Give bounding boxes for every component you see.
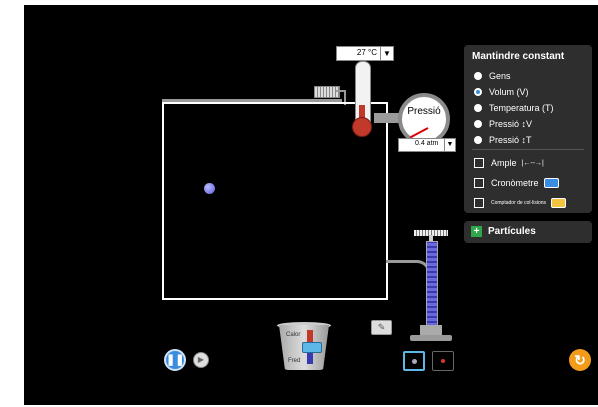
hold-constant-panel: Mantindre constant Gens Volum (V) Temper… bbox=[464, 45, 592, 213]
check-label: Comptador de col·lisions bbox=[491, 200, 547, 206]
check-label: Ample bbox=[491, 158, 517, 168]
pump-foot bbox=[410, 335, 452, 341]
panel-divider bbox=[472, 149, 584, 150]
particles-accordion[interactable]: + Partícules bbox=[464, 221, 592, 243]
chevron-down-icon[interactable]: ▼ bbox=[444, 139, 455, 151]
heavy-particle-icon bbox=[412, 359, 417, 364]
radio-label: Volum (V) bbox=[489, 87, 529, 97]
radio-label: Pressió ↕T bbox=[489, 135, 532, 145]
check-collision-counter[interactable]: Comptador de col·lisions bbox=[474, 196, 567, 210]
temperature-value: 27 °C bbox=[356, 48, 377, 57]
radio-nothing[interactable]: Gens bbox=[474, 69, 511, 83]
radio-pressure-t[interactable]: Pressió ↕T bbox=[474, 133, 532, 147]
simulation-canvas: 27 °C ▼ Pressió 0.4 atm ▼ Calor Fred ✎ ❚… bbox=[24, 5, 598, 405]
eraser-button[interactable]: ✎ bbox=[371, 320, 392, 335]
heater-cold-label: Fred bbox=[288, 358, 301, 364]
pump-cylinder bbox=[426, 241, 438, 327]
thermometer-bulb bbox=[352, 117, 372, 137]
pressure-unit-select[interactable]: 0.4 atm ▼ bbox=[398, 138, 456, 152]
counter-icon bbox=[551, 198, 567, 208]
pump-base bbox=[420, 325, 442, 335]
pump-hose bbox=[386, 260, 431, 333]
reset-button[interactable]: ↻ bbox=[569, 349, 591, 371]
radio-label: Gens bbox=[489, 71, 511, 81]
radio-temperature[interactable]: Temperatura (T) bbox=[474, 101, 554, 115]
stopwatch-icon bbox=[543, 178, 559, 188]
radio-icon[interactable] bbox=[474, 120, 482, 128]
pressure-gauge-title: Pressió bbox=[407, 106, 441, 117]
radio-volume[interactable]: Volum (V) bbox=[474, 85, 529, 99]
heavy-species-button[interactable] bbox=[403, 351, 425, 371]
checkbox-icon[interactable] bbox=[474, 158, 484, 168]
heat-cool-slider[interactable] bbox=[302, 342, 322, 353]
chevron-down-icon[interactable]: ▼ bbox=[380, 47, 393, 60]
plus-icon[interactable]: + bbox=[471, 226, 482, 237]
radio-icon[interactable] bbox=[474, 136, 482, 144]
check-stopwatch[interactable]: Cronòmetre bbox=[474, 176, 559, 190]
checkbox-icon[interactable] bbox=[474, 178, 484, 188]
radio-selected-icon[interactable] bbox=[474, 88, 482, 96]
temperature-unit-select[interactable]: 27 °C ▼ bbox=[336, 46, 394, 61]
check-width[interactable]: Ample |←--→| bbox=[474, 156, 544, 170]
radio-label: Pressió ↕V bbox=[489, 119, 533, 129]
gas-particle bbox=[204, 183, 215, 194]
width-arrows-icon: |←--→| bbox=[521, 159, 544, 167]
step-button[interactable]: ▶ bbox=[193, 352, 209, 368]
radio-icon[interactable] bbox=[474, 72, 482, 80]
check-label: Cronòmetre bbox=[491, 178, 539, 188]
particles-label: Partícules bbox=[488, 226, 536, 237]
radio-label: Temperatura (T) bbox=[489, 103, 554, 113]
radio-icon[interactable] bbox=[474, 104, 482, 112]
pause-button[interactable]: ❚❚ bbox=[164, 349, 186, 371]
pressure-value: 0.4 atm bbox=[415, 140, 439, 147]
gauge-connector bbox=[374, 113, 400, 123]
heater-hot-label: Calor bbox=[286, 332, 301, 338]
light-species-button[interactable] bbox=[432, 351, 454, 371]
radio-pressure-v[interactable]: Pressió ↕V bbox=[474, 117, 532, 131]
checkbox-icon[interactable] bbox=[474, 198, 484, 208]
light-particle-icon bbox=[441, 359, 445, 363]
panel-title: Mantindre constant bbox=[472, 51, 565, 62]
